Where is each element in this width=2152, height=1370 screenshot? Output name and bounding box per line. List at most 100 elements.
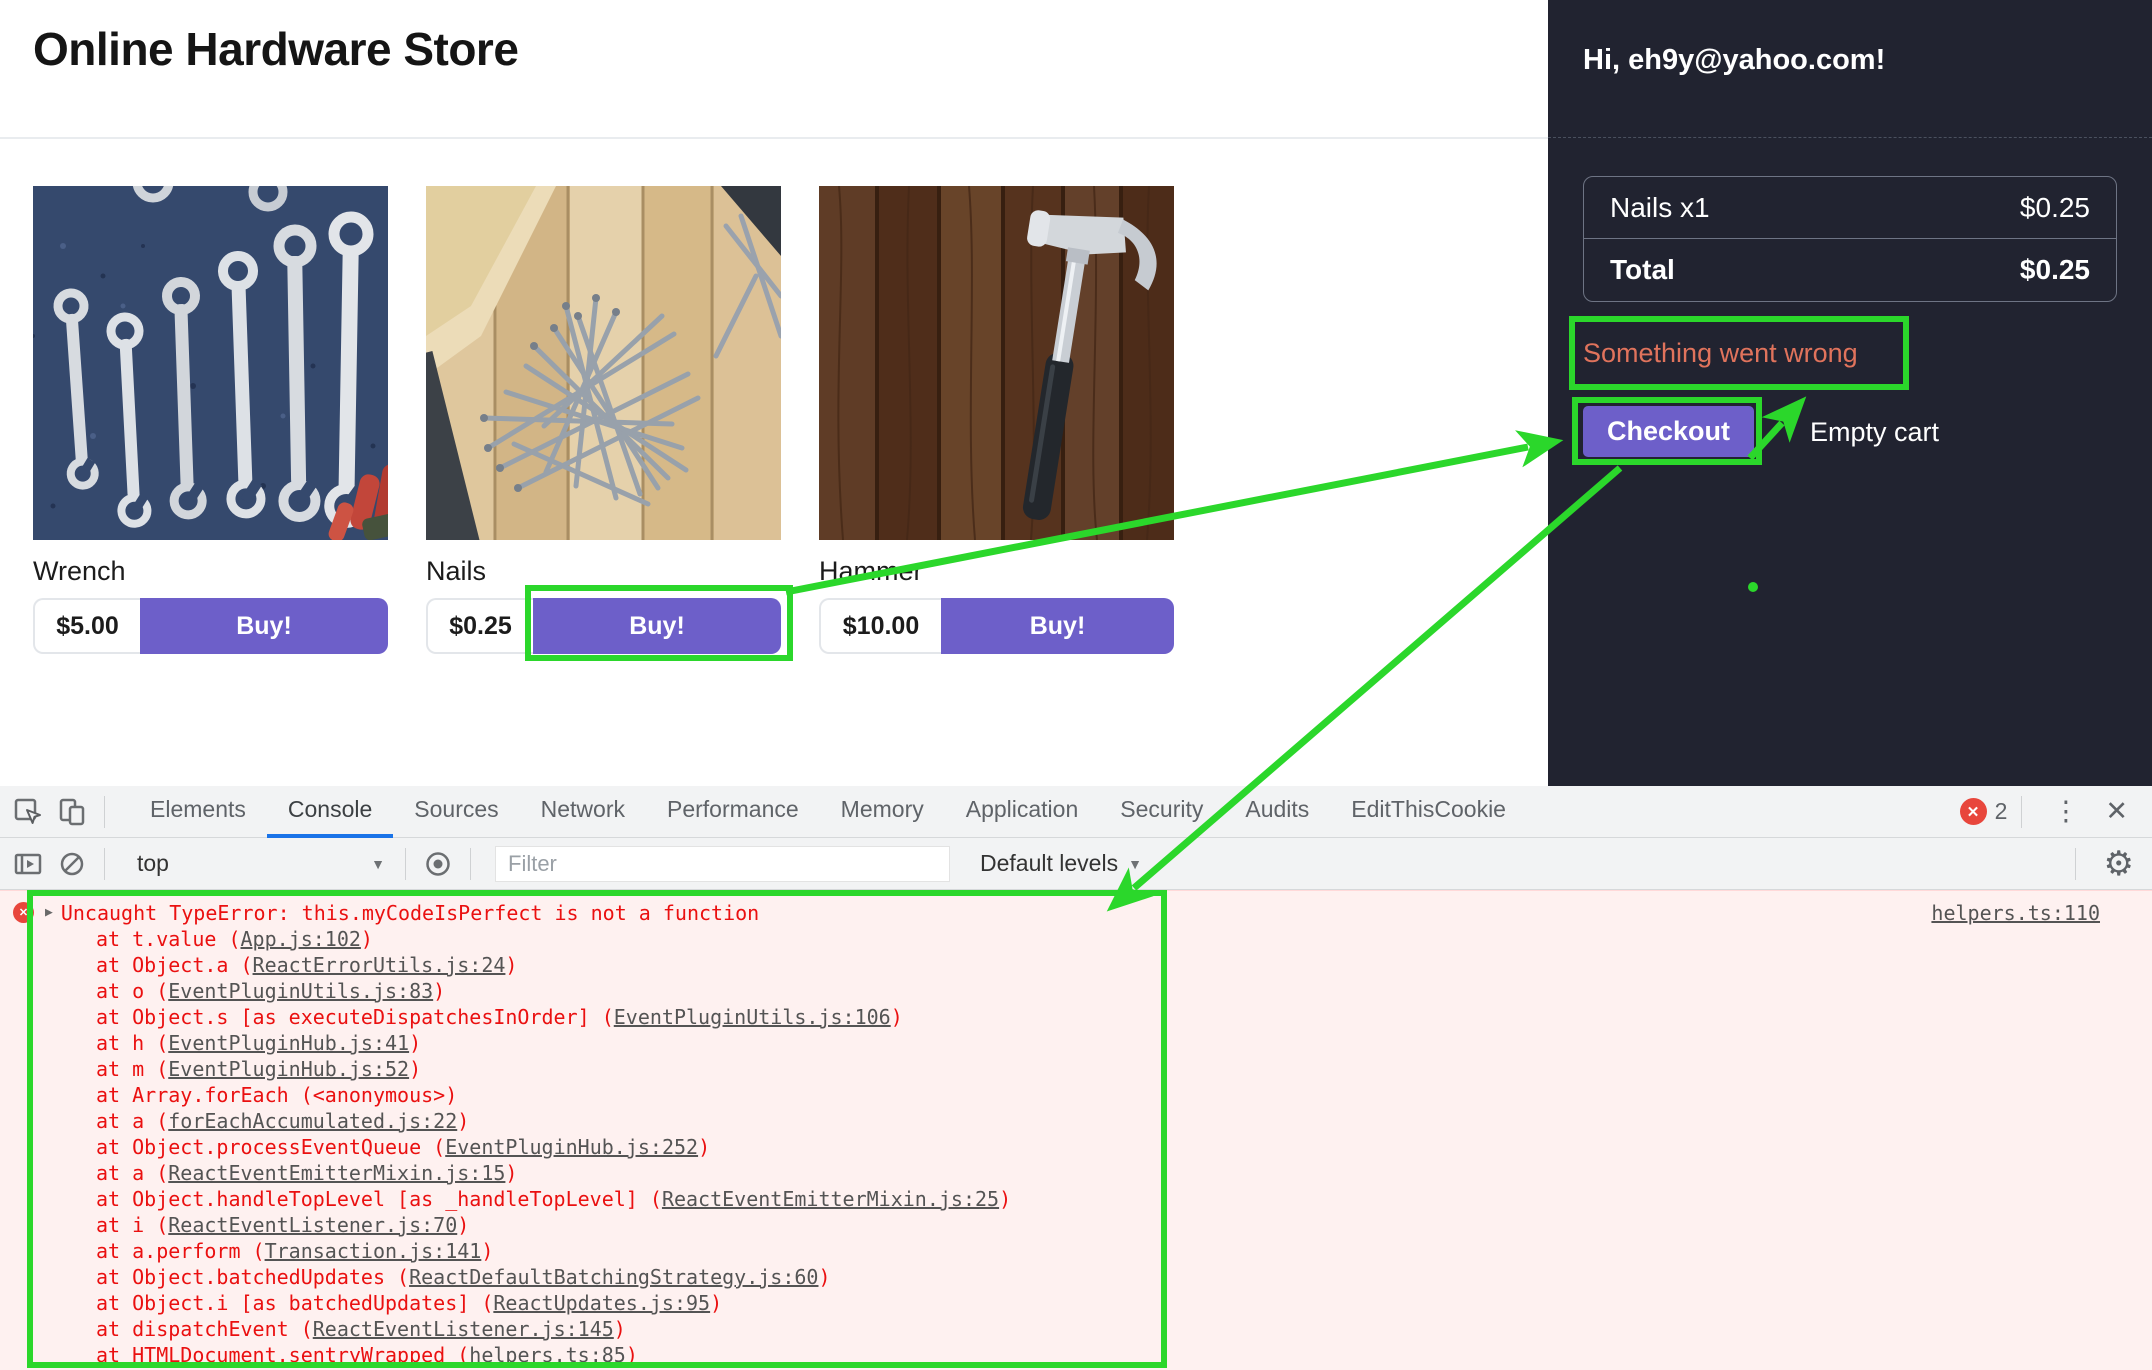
stack-frame: at h (EventPluginHub.js:41) bbox=[96, 1030, 2152, 1056]
product-name-wrench: Wrench bbox=[33, 556, 388, 592]
stack-file-link[interactable]: ReactEventEmitterMixin.js:25 bbox=[662, 1187, 999, 1211]
stack-frame: at i (ReactEventListener.js:70) bbox=[96, 1212, 2152, 1238]
stack-file-link[interactable]: EventPluginUtils.js:106 bbox=[614, 1005, 891, 1029]
tab-editthiscookie[interactable]: EditThisCookie bbox=[1330, 786, 1527, 838]
stack-frame: at dispatchEvent (ReactEventListener.js:… bbox=[96, 1316, 2152, 1342]
console-error-message: Uncaught TypeError: this.myCodeIsPerfect… bbox=[61, 900, 759, 926]
devtools-tabbar: ElementsConsoleSourcesNetworkPerformance… bbox=[0, 786, 2152, 838]
storefront: Online Hardware Store bbox=[0, 0, 1548, 786]
stack-frame: at a.perform (Transaction.js:141) bbox=[96, 1238, 2152, 1264]
toolbar-separator-1 bbox=[104, 848, 105, 880]
cart-greeting: Hi, eh9y@yahoo.com! bbox=[1583, 44, 1885, 77]
close-devtools-icon[interactable]: ✕ bbox=[2095, 796, 2138, 827]
tab-application[interactable]: Application bbox=[945, 786, 1100, 838]
cart-sidebar: Hi, eh9y@yahoo.com! Nails x1 $0.25 Total… bbox=[1548, 0, 2152, 786]
wrench-product-image bbox=[33, 186, 388, 540]
error-x-glyph: ✕ bbox=[19, 906, 28, 919]
stack-frame: at m (EventPluginHub.js:52) bbox=[96, 1056, 2152, 1082]
expand-triangle-icon[interactable]: ▶ bbox=[45, 905, 53, 920]
product-name-nails: Nails bbox=[426, 556, 781, 592]
tab-memory[interactable]: Memory bbox=[820, 786, 945, 838]
tabbar-separator bbox=[104, 796, 105, 828]
stack-frame: at Object.batchedUpdates (ReactDefaultBa… bbox=[96, 1264, 2152, 1290]
tab-audits[interactable]: Audits bbox=[1224, 786, 1330, 838]
stack-file-link[interactable]: ReactDefaultBatchingStrategy.js:60 bbox=[409, 1265, 818, 1289]
cart-total-value: $0.25 bbox=[2020, 254, 2090, 286]
chevron-down-icon: ▼ bbox=[371, 856, 385, 872]
error-badge-icon[interactable]: ✕ bbox=[1960, 798, 1987, 825]
eye-icon[interactable] bbox=[416, 844, 460, 884]
stack-file-link[interactable]: ReactEventListener.js:145 bbox=[313, 1317, 614, 1341]
stack-file-link[interactable]: ReactErrorUtils.js:24 bbox=[253, 953, 506, 977]
tab-security[interactable]: Security bbox=[1099, 786, 1224, 838]
product-card-nails: Nails $0.25 Buy! bbox=[426, 186, 781, 654]
stack-file-link[interactable]: ReactUpdates.js:95 bbox=[493, 1291, 710, 1315]
tabbar-right-separator bbox=[2021, 796, 2022, 828]
cart-item-row: Nails x1 $0.25 bbox=[1584, 177, 2116, 239]
checkout-button[interactable]: Checkout bbox=[1583, 406, 1754, 457]
cart-divider bbox=[1548, 137, 2152, 138]
more-menu-icon[interactable]: ⋮ bbox=[2040, 796, 2091, 827]
cart-error-message: Something went wrong bbox=[1583, 338, 1858, 369]
inspect-element-icon[interactable] bbox=[6, 792, 50, 832]
header-divider bbox=[0, 137, 1548, 139]
toolbar-separator-4 bbox=[2075, 848, 2076, 880]
console-toolbar: top ▼ Default levels ▼ ⚙ bbox=[0, 838, 2152, 890]
tab-network[interactable]: Network bbox=[520, 786, 646, 838]
hammer-product-image bbox=[819, 186, 1174, 540]
error-circle-icon: ✕ bbox=[13, 902, 34, 923]
stack-frame: at Object.processEventQueue (EventPlugin… bbox=[96, 1134, 2152, 1160]
app-canvas: Online Hardware Store bbox=[0, 0, 2152, 1370]
cart-item-name: Nails x1 bbox=[1610, 192, 1710, 224]
error-count: 2 bbox=[1995, 798, 2008, 825]
buy-button-wrench[interactable]: Buy! bbox=[140, 598, 388, 654]
stack-trace: at t.value (App.js:102)at Object.a (Reac… bbox=[96, 926, 2152, 1368]
stack-file-link[interactable]: helpers.ts:85 bbox=[469, 1343, 626, 1367]
product-row-nails: $0.25 Buy! bbox=[426, 598, 781, 654]
tab-performance[interactable]: Performance bbox=[646, 786, 820, 838]
nails-product-image bbox=[426, 186, 781, 540]
stack-file-link[interactable]: forEachAccumulated.js:22 bbox=[168, 1109, 457, 1133]
toolbar-separator-2 bbox=[405, 848, 406, 880]
product-row-hammer: $10.00 Buy! bbox=[819, 598, 1174, 654]
badge-x-glyph: ✕ bbox=[1967, 803, 1980, 821]
clear-console-icon[interactable] bbox=[50, 844, 94, 884]
stack-frame: at Array.forEach (<anonymous>) bbox=[96, 1082, 2152, 1108]
tab-elements[interactable]: Elements bbox=[129, 786, 267, 838]
cart-total-label: Total bbox=[1610, 254, 1675, 286]
stack-file-link[interactable]: Transaction.js:141 bbox=[265, 1239, 482, 1263]
empty-cart-button[interactable]: Empty cart bbox=[1810, 417, 1939, 448]
buy-button-nails[interactable]: Buy! bbox=[533, 598, 781, 654]
price-hammer: $10.00 bbox=[819, 598, 941, 654]
console-sidebar-icon[interactable] bbox=[6, 844, 50, 884]
buy-button-hammer[interactable]: Buy! bbox=[941, 598, 1174, 654]
stack-file-link[interactable]: EventPluginHub.js:41 bbox=[168, 1031, 409, 1055]
stack-file-link[interactable]: ReactEventListener.js:70 bbox=[168, 1213, 457, 1237]
context-selector[interactable]: top ▼ bbox=[127, 850, 395, 877]
stack-file-link[interactable]: App.js:102 bbox=[241, 927, 361, 951]
stack-frame: at a (ReactEventEmitterMixin.js:15) bbox=[96, 1160, 2152, 1186]
toolbar-separator-3 bbox=[470, 848, 471, 880]
stack-file-link[interactable]: ReactEventEmitterMixin.js:15 bbox=[168, 1161, 505, 1185]
stack-frame: at Object.i [as batchedUpdates] (ReactUp… bbox=[96, 1290, 2152, 1316]
tabbar-right-controls: ✕ 2 ⋮ ✕ bbox=[1960, 796, 2152, 828]
source-file-link[interactable]: helpers.ts:110 bbox=[1931, 901, 2100, 925]
stack-file-link[interactable]: EventPluginHub.js:52 bbox=[168, 1057, 409, 1081]
cart-item-price: $0.25 bbox=[2020, 192, 2090, 224]
settings-gear-icon[interactable]: ⚙ bbox=[2086, 844, 2152, 884]
tab-console[interactable]: Console bbox=[267, 786, 393, 838]
stack-file-link[interactable]: EventPluginUtils.js:83 bbox=[168, 979, 433, 1003]
log-levels-selector[interactable]: Default levels ▼ bbox=[980, 850, 1142, 877]
levels-value: Default levels bbox=[980, 850, 1118, 877]
device-toolbar-icon[interactable] bbox=[50, 792, 94, 832]
filter-input[interactable] bbox=[495, 846, 950, 882]
stack-file-link[interactable]: EventPluginHub.js:252 bbox=[445, 1135, 698, 1159]
stack-frame: at t.value (App.js:102) bbox=[96, 926, 2152, 952]
tab-sources[interactable]: Sources bbox=[393, 786, 519, 838]
product-card-hammer: Hammer $10.00 Buy! bbox=[819, 186, 1174, 654]
stack-frame: at Object.a (ReactErrorUtils.js:24) bbox=[96, 952, 2152, 978]
context-value: top bbox=[137, 850, 169, 877]
console-log-area: ✕ ▶ Uncaught TypeError: this.myCodeIsPer… bbox=[0, 890, 2152, 1370]
cart-total-row: Total $0.25 bbox=[1584, 239, 2116, 301]
price-wrench: $5.00 bbox=[33, 598, 140, 654]
